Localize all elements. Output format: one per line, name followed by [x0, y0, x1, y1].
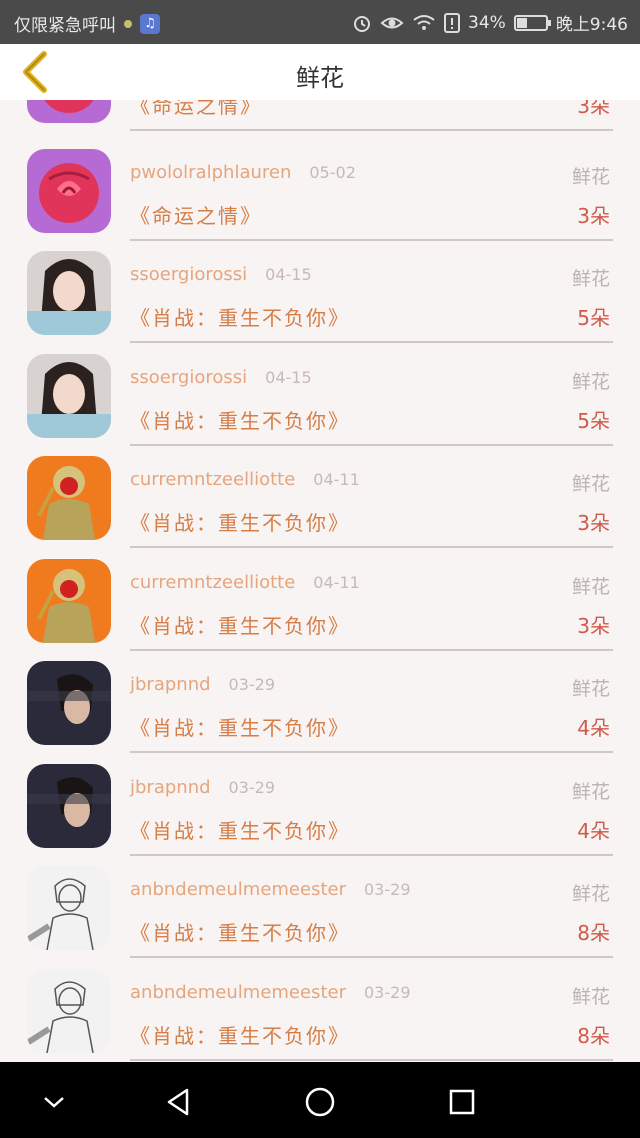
book-title[interactable]: 《肖战：重生不负你》	[130, 917, 350, 946]
sender-name[interactable]: ssoergiorossi 04-15	[130, 264, 312, 285]
back-nav-button[interactable]	[158, 1082, 198, 1122]
gift-date: 05-02	[309, 163, 356, 182]
book-title[interactable]: 《肖战：重生不负你》	[130, 405, 350, 434]
flower-count: 3朵	[577, 511, 610, 535]
flower-count: 3朵	[577, 100, 610, 118]
gift-type: 鲜花	[571, 883, 610, 905]
recents-button[interactable]	[442, 1082, 482, 1122]
man-avatar[interactable]	[27, 661, 111, 745]
clock: 晚上9:46	[555, 15, 628, 35]
sender-name[interactable]: jbrapnnd 03-29	[130, 777, 275, 798]
music-app-icon: ♫	[140, 13, 160, 34]
sender-name[interactable]: curremntzeelliotte 04-11	[130, 572, 360, 593]
battery-level	[516, 17, 527, 28]
sketch-avatar[interactable]	[27, 969, 111, 1053]
gift-date: 04-15	[265, 368, 312, 387]
list-item[interactable]: ssoergiorossi 04-15 鲜花 《肖战：重生不负你》 5朵	[0, 343, 640, 446]
flower-count: 4朵	[577, 716, 610, 740]
list-item[interactable]: jbrapnnd 03-29 鲜花 《肖战：重生不负你》 4朵	[0, 650, 640, 753]
gift-date: 04-15	[265, 265, 312, 284]
divider	[130, 1059, 613, 1061]
sender-name[interactable]: anbndemeulmemeester 03-29	[130, 879, 411, 900]
book-title[interactable]: 《肖战：重生不负你》	[130, 1020, 350, 1049]
gift-type: 鲜花	[571, 678, 610, 700]
gift-date: 03-29	[228, 778, 276, 797]
gift-type: 鲜花	[571, 986, 610, 1008]
alarm-icon	[352, 13, 372, 33]
gift-type: 鲜花	[571, 268, 610, 290]
man-avatar[interactable]	[27, 764, 111, 848]
book-title[interactable]: 《肖战：重生不负你》	[130, 507, 350, 536]
list-item[interactable]: curremntzeelliotte 04-11 鲜花 《肖战：重生不负你》 3朵	[0, 445, 640, 548]
gift-date: 03-29	[364, 880, 411, 899]
girl-avatar[interactable]	[27, 251, 111, 335]
flower-count: 3朵	[577, 204, 610, 228]
flower-count: 8朵	[577, 921, 610, 945]
gift-type: 鲜花	[571, 166, 610, 188]
status-bar: 仅限紧急呼叫 ♫ 34% 晚上9:46	[0, 0, 640, 44]
collapse-button[interactable]	[34, 1082, 74, 1122]
sender-name[interactable]: pwololralphlauren 05-02	[130, 162, 356, 183]
sketch-avatar[interactable]	[27, 866, 111, 950]
flower-count: 5朵	[577, 409, 610, 433]
flower-count: 3朵	[577, 614, 610, 638]
warrior-avatar[interactable]	[27, 456, 111, 540]
gift-date: 04-11	[313, 573, 360, 592]
page-title: 鲜花	[296, 64, 344, 92]
list-item[interactable]: anbndemeulmemeester 03-29 鲜花 《肖战：重生不负你》 8…	[0, 855, 640, 958]
system-nav-bar	[0, 1062, 640, 1138]
circle-home-icon	[305, 1087, 335, 1117]
list-item[interactable]: curremntzeelliotte 04-11 鲜花 《肖战：重生不负你》 3朵	[0, 548, 640, 651]
gift-date: 03-29	[364, 983, 411, 1002]
header: 鲜花	[0, 44, 640, 100]
book-title[interactable]: 《命运之情》	[130, 100, 262, 119]
sender-name[interactable]: curremntzeelliotte 04-11	[130, 469, 360, 490]
battery-percent: 34%	[468, 12, 506, 33]
sim-alert-icon	[444, 12, 461, 33]
gift-list[interactable]: 《命运之情》 3朵 pwololralphlauren 05-02 鲜花 《命运之…	[0, 100, 640, 1062]
book-title[interactable]: 《肖战：重生不负你》	[130, 302, 350, 331]
carrier-text: 仅限紧急呼叫	[14, 16, 116, 36]
gift-date: 04-11	[313, 470, 360, 489]
book-title[interactable]: 《命运之情》	[130, 200, 262, 229]
eye-comfort-icon	[380, 14, 404, 32]
list-item[interactable]: 《命运之情》 3朵	[0, 100, 640, 131]
wifi-icon	[412, 14, 436, 32]
sender-name[interactable]: ssoergiorossi 04-15	[130, 367, 312, 388]
flower-count: 4朵	[577, 819, 610, 843]
list-item[interactable]: ssoergiorossi 04-15 鲜花 《肖战：重生不负你》 5朵	[0, 240, 640, 343]
list-item[interactable]: pwololralphlauren 05-02 鲜花 《命运之情》 3朵	[0, 138, 640, 241]
notification-dot-icon	[124, 19, 132, 28]
book-title[interactable]: 《肖战：重生不负你》	[130, 712, 350, 741]
battery-icon	[513, 14, 551, 31]
chevron-down-icon	[44, 1097, 64, 1108]
divider	[130, 129, 613, 131]
flower-count: 8朵	[577, 1024, 610, 1048]
list-item[interactable]: jbrapnnd 03-29 鲜花 《肖战：重生不负你》 4朵	[0, 753, 640, 856]
warrior-avatar[interactable]	[27, 559, 111, 643]
book-title[interactable]: 《肖战：重生不负你》	[130, 815, 350, 844]
gift-type: 鲜花	[571, 473, 610, 495]
square-recents-icon	[449, 1089, 475, 1115]
triangle-back-icon	[167, 1088, 189, 1116]
rose-avatar	[27, 100, 111, 123]
rose-avatar[interactable]	[27, 149, 111, 233]
gift-type: 鲜花	[571, 781, 610, 803]
home-button[interactable]	[300, 1082, 340, 1122]
flower-count: 5朵	[577, 306, 610, 330]
sender-name[interactable]: jbrapnnd 03-29	[130, 674, 275, 695]
sender-name[interactable]: anbndemeulmemeester 03-29	[130, 982, 411, 1003]
girl-avatar[interactable]	[27, 354, 111, 438]
gift-type: 鲜花	[571, 576, 610, 598]
book-title[interactable]: 《肖战：重生不负你》	[130, 610, 350, 639]
list-item[interactable]: anbndemeulmemeester 03-29 鲜花 《肖战：重生不负你》 8…	[0, 958, 640, 1061]
gift-type: 鲜花	[571, 371, 610, 393]
gift-date: 03-29	[228, 675, 276, 694]
